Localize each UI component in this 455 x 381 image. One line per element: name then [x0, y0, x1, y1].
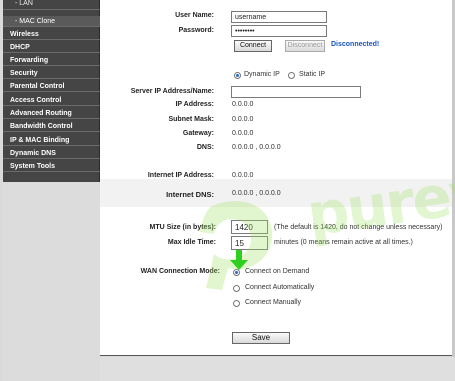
- mtu-size-label: MTU Size (in bytes):: [149, 224, 216, 231]
- static-ip-radio[interactable]: [288, 72, 295, 79]
- connect-manually-radio[interactable]: [233, 300, 240, 307]
- connect-automatically-radio[interactable]: [233, 285, 240, 292]
- internet-dns-value: 0.0.0.0 , 0.0.0.0: [232, 190, 281, 197]
- mtu-note: (The default is 1420, do not change unle…: [274, 224, 443, 231]
- sidebar-item-advanced-routing[interactable]: Advanced Routing: [3, 108, 100, 119]
- sidebar-item-dynamic-dns[interactable]: Dynamic DNS: [3, 148, 100, 159]
- max-idle-time-label: Max Idle Time:: [167, 239, 216, 246]
- sidebar-item-dhcp[interactable]: DHCP: [3, 42, 100, 53]
- username-label: User Name:: [175, 12, 214, 19]
- bottom-border: [100, 357, 455, 381]
- connect-automatically-label: Connect Automatically: [245, 284, 315, 291]
- subnet-mask-label: Subnet Mask:: [168, 116, 214, 123]
- connect-on-demand-label: Connect on Demand: [245, 268, 310, 275]
- connect-manually-label: Connect Manually: [245, 299, 302, 306]
- gateway-value: 0.0.0.0: [232, 130, 254, 137]
- dns-label: DNS:: [196, 144, 214, 151]
- connection-status: Disconnected!: [331, 41, 380, 48]
- sidebar-item-parental-control[interactable]: Parental Control: [3, 81, 100, 92]
- green-arrow-icon: [230, 250, 248, 270]
- username-input[interactable]: [231, 11, 327, 23]
- sidebar-item-mac-clone[interactable]: - MAC Clone: [3, 16, 100, 27]
- server-ip-input[interactable]: [231, 86, 361, 98]
- sidebar-menu: - LAN - MAC Clone Wireless DHCP Forwardi…: [3, 0, 100, 182]
- ip-address-value: 0.0.0.0: [232, 101, 254, 108]
- gateway-label: Gateway:: [182, 130, 214, 137]
- max-idle-time-note: minutes (0 means remain active at all ti…: [274, 239, 413, 246]
- subnet-mask-value: 0.0.0.0: [232, 116, 254, 123]
- server-ip-label: Server IP Address/Name:: [130, 88, 214, 95]
- sidebar-item-security[interactable]: Security: [3, 68, 100, 79]
- sidebar-item-bandwidth-control[interactable]: Bandwidth Control: [3, 121, 100, 132]
- sidebar-item-ip-mac-binding[interactable]: IP & MAC Binding: [3, 135, 100, 146]
- dns-value: 0.0.0.0 , 0.0.0.0: [232, 144, 281, 151]
- connect-on-demand-radio[interactable]: [233, 269, 240, 276]
- max-idle-time-input[interactable]: [231, 236, 268, 250]
- sidebar-item-lan[interactable]: - LAN: [3, 0, 100, 10]
- sidebar-empty-area: [3, 182, 100, 381]
- ip-address-label: IP Address:: [175, 101, 214, 108]
- sidebar-item-forwarding[interactable]: Forwarding: [3, 55, 100, 66]
- save-button[interactable]: Save: [232, 332, 290, 344]
- internet-ip-value: 0.0.0.0: [232, 172, 254, 179]
- connect-button[interactable]: Connect: [234, 40, 272, 52]
- internet-dns-label: Internet DNS:: [166, 190, 214, 199]
- static-ip-label: Static IP: [299, 71, 326, 78]
- mtu-size-input[interactable]: [231, 220, 268, 234]
- internet-ip-label: Internet IP Address:: [147, 172, 214, 179]
- sidebar-item-system-tools[interactable]: System Tools: [3, 161, 100, 172]
- dynamic-ip-label: Dynamic IP: [244, 71, 280, 78]
- password-input[interactable]: [231, 25, 327, 37]
- sidebar-item-access-control[interactable]: Access Control: [3, 95, 100, 106]
- password-label: Password:: [178, 27, 214, 34]
- disconnect-button[interactable]: Disconnect: [285, 40, 325, 52]
- dynamic-ip-radio[interactable]: [234, 72, 241, 79]
- sidebar-item-wireless[interactable]: Wireless: [3, 29, 100, 40]
- wan-connection-mode-label: WAN Connection Mode:: [140, 268, 220, 275]
